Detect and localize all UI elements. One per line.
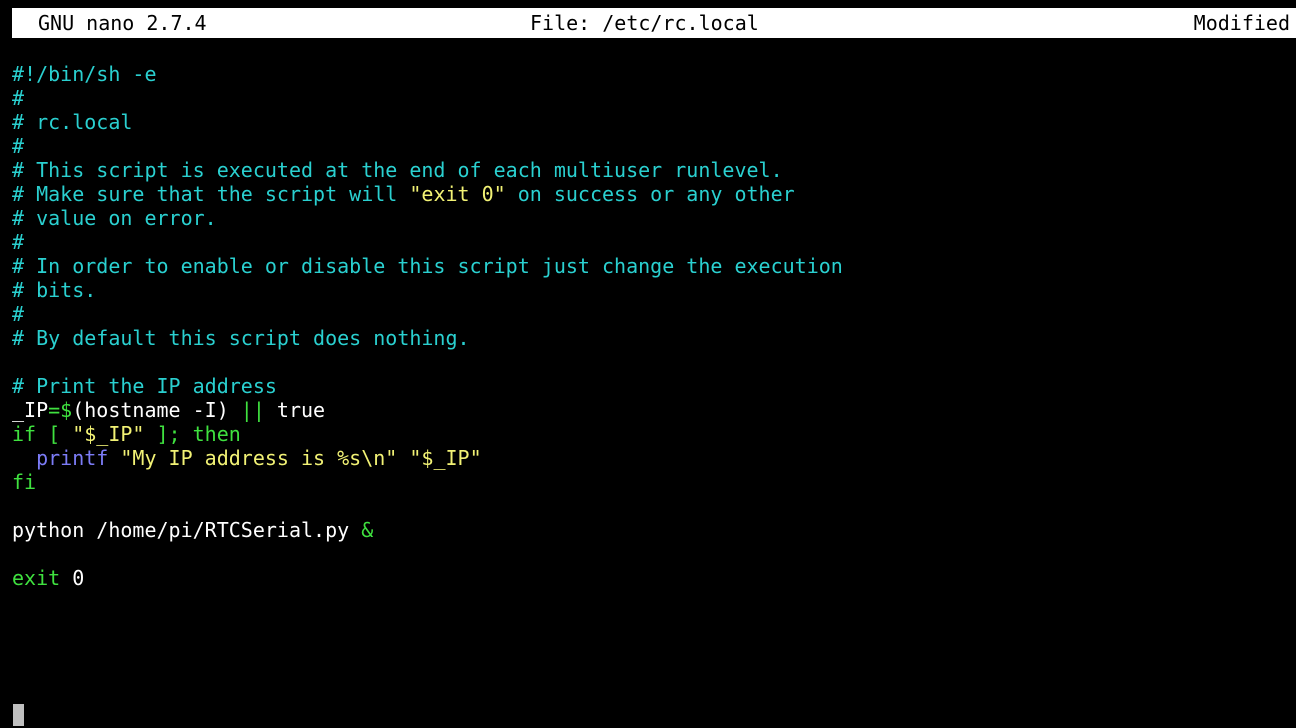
code-line: # value on error. xyxy=(12,206,217,230)
code-token: 0 xyxy=(60,566,85,590)
code-token: =$ xyxy=(48,398,73,422)
code-token: true xyxy=(264,398,326,422)
code-token: # xyxy=(12,230,25,254)
code-token: & xyxy=(361,518,374,542)
code-line: exit 0 xyxy=(12,566,84,590)
code-line: # Print the IP address xyxy=(12,374,277,398)
code-token: # value on error. xyxy=(12,206,217,230)
code-line: # By default this script does nothing. xyxy=(12,326,470,350)
code-line: # This script is executed at the end of … xyxy=(12,158,783,182)
code-line: # Make sure that the script will "exit 0… xyxy=(12,182,795,206)
code-line: printf "My IP address is %s\n" "$_IP" xyxy=(12,446,482,470)
code-line: # bits. xyxy=(12,278,96,302)
code-line: # xyxy=(12,230,24,254)
code-line: if [ "$_IP" ]; then xyxy=(12,422,241,446)
code-line: _IP=$(hostname -I) || true xyxy=(12,398,325,422)
code-token: "$_IP" xyxy=(72,422,145,446)
code-line: #!/bin/sh -e xyxy=(12,62,157,86)
code-token: #!/bin/sh -e xyxy=(12,62,157,86)
code-token: "$_IP" xyxy=(409,446,482,470)
code-token: python /home/pi/RTCSerial.py xyxy=(12,518,362,542)
code-token: exit xyxy=(12,566,61,590)
app-version-label: GNU nano 2.7.4 xyxy=(38,11,207,35)
code-token: # bits. xyxy=(12,278,97,302)
code-token: "My IP address is %s\n" xyxy=(120,446,398,470)
code-token: # rc.local xyxy=(12,110,133,134)
code-token: ]; then xyxy=(144,422,241,446)
code-token: # This script is executed at the end of … xyxy=(12,158,783,182)
code-token: || xyxy=(240,398,265,422)
code-token: (hostname -I) xyxy=(72,398,241,422)
editor-text-area[interactable]: #!/bin/sh -e # # rc.local # # This script is… xyxy=(12,62,1296,728)
code-token: on success or any other xyxy=(505,182,795,206)
code-line: # xyxy=(12,302,24,326)
code-token: # xyxy=(12,302,25,326)
modified-status: Modified xyxy=(1193,11,1290,35)
code-line: fi xyxy=(12,470,36,494)
code-token: fi xyxy=(12,470,37,494)
text-cursor xyxy=(13,704,24,726)
code-token: # xyxy=(12,86,25,110)
code-token: # Make sure that the script will xyxy=(12,182,410,206)
code-token: "exit 0" xyxy=(409,182,506,206)
code-line: # In order to enable or disable this scr… xyxy=(12,254,843,278)
nano-title-bar: GNU nano 2.7.4 File: /etc/rc.local Modif… xyxy=(12,8,1296,38)
code-line: # xyxy=(12,86,24,110)
code-token: printf xyxy=(36,446,109,470)
code-token: # Print the IP address xyxy=(12,374,277,398)
code-token: # In order to enable or disable this scr… xyxy=(12,254,843,278)
file-name-label: File: /etc/rc.local xyxy=(530,11,759,35)
code-token: # By default this script does nothing. xyxy=(12,326,470,350)
code-line: # rc.local xyxy=(12,110,132,134)
code-token: if [ xyxy=(12,422,73,446)
code-token: # xyxy=(12,134,25,158)
code-line: # xyxy=(12,134,24,158)
code-line: python /home/pi/RTCSerial.py & xyxy=(12,518,373,542)
code-token: _IP xyxy=(12,398,49,422)
nano-terminal[interactable]: GNU nano 2.7.4 File: /etc/rc.local Modif… xyxy=(0,0,1296,728)
